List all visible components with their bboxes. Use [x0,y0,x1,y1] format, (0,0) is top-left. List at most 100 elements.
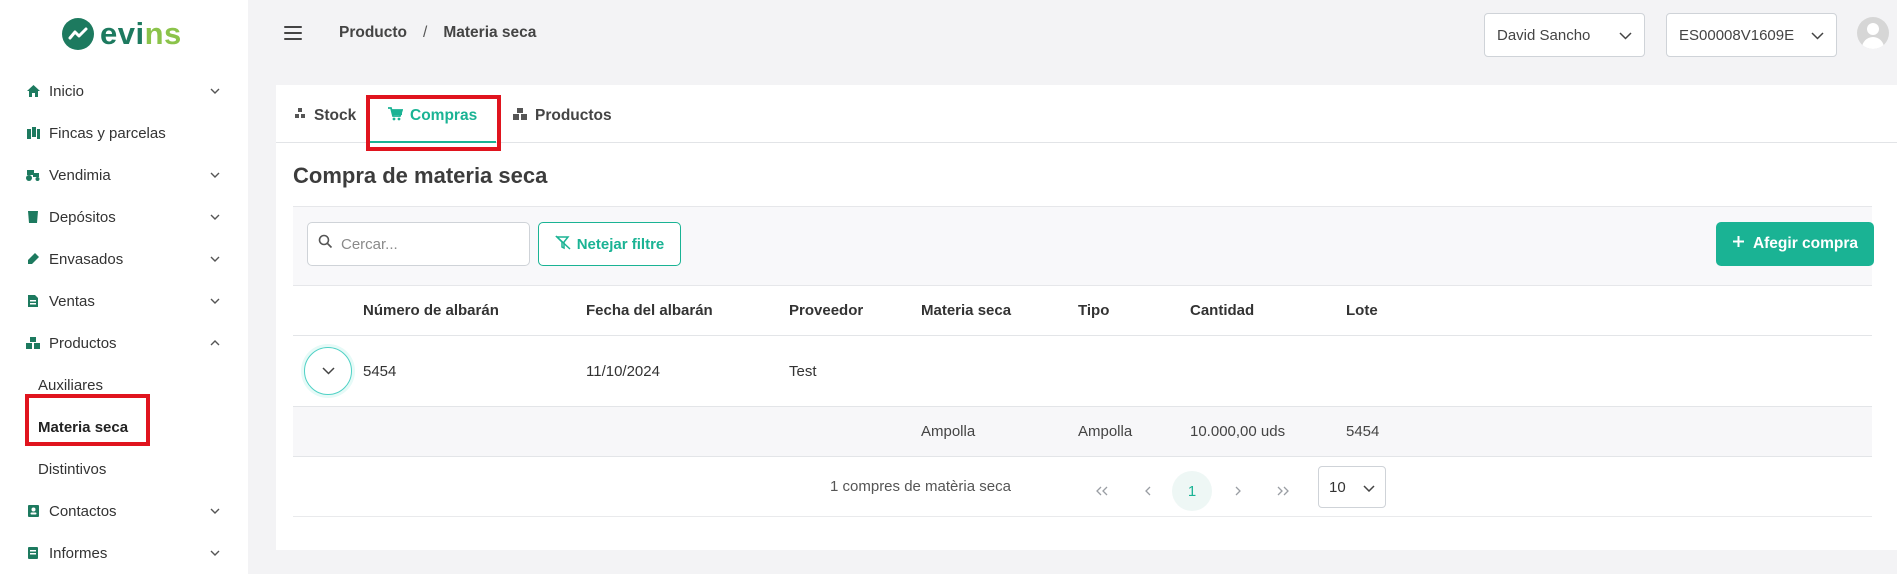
add-purchase-label: Afegir compra [1752,235,1859,252]
column-header[interactable]: Lote [1346,302,1378,319]
logo[interactable]: evins [62,16,182,52]
search-input[interactable] [341,235,511,253]
chevron-down-icon [321,362,335,380]
first-page-icon[interactable] [1082,471,1122,511]
chevron-down-icon [210,296,220,306]
document-icon [25,293,41,309]
chevron-down-icon [1619,27,1632,44]
last-page-icon[interactable] [1263,471,1303,511]
filter-toolbar: Netejar filtre Afegir compra [293,206,1874,286]
chevron-down-icon [210,506,220,516]
sidebar-item-label: Inicio [49,82,85,100]
brand-name: evins [100,16,182,51]
sidebar-item-inicio[interactable]: Inicio [0,70,248,112]
chevron-up-icon [210,338,220,348]
sidebar-item-informes[interactable]: Informes [0,532,248,574]
code-select[interactable]: ES00008V1609E [1666,13,1837,57]
page-number-current[interactable]: 1 [1172,471,1212,511]
tab-stock[interactable]: Stock [293,101,356,131]
contact-icon [25,503,41,519]
cell-proveedor: Test [789,363,817,380]
chevron-down-icon [210,212,220,222]
cell-lote: 5454 [1346,423,1380,440]
sidebar-item-label: Ventas [49,292,95,310]
pagination-info: 1 compres de matèria seca [830,478,1011,495]
code-select-value: ES00008V1609E [1679,26,1795,44]
filter-off-icon [554,234,571,254]
next-page-icon[interactable] [1218,471,1258,511]
chevron-down-icon [210,548,220,558]
clear-filter-label: Netejar filtre [576,235,665,253]
breadcrumb-item-producto[interactable]: Producto [339,24,407,42]
topbar: Producto / Materia seca David Sancho ES0… [248,0,1897,70]
cell-numero: 5454 [363,363,397,380]
chevron-down-icon [210,170,220,180]
main-card: Stock Compras Productos Compra de materi… [276,85,1897,550]
sidebar-subitem-label: Auxiliares [38,376,104,394]
table-row[interactable]: 5454 11/10/2024 Test [293,336,1872,407]
trend-line-icon [62,18,94,50]
tractor-icon [25,167,41,183]
sidebar-item-label: Vendimia [49,166,111,184]
detail-row: Ampolla Ampolla 10.000,00 uds 5454 [293,407,1872,457]
sidebar-item-productos[interactable]: Productos [0,322,248,364]
chevron-down-icon [210,254,220,264]
column-header[interactable]: Proveedor [789,302,863,319]
column-header[interactable]: Fecha del albarán [586,302,713,319]
sidebar-item-label: Informes [49,544,108,562]
tab-productos[interactable]: Productos [512,101,612,131]
sidebar-item-depositos[interactable]: Depósitos [0,196,248,238]
home-icon [25,83,41,99]
avatar[interactable] [1857,17,1889,49]
cell-cantidad: 10.000,00 uds [1190,423,1286,440]
sidebar-subitem-label: Distintivos [38,460,107,478]
sidebar-item-label: Envasados [49,250,124,268]
boxes-icon [512,107,528,126]
menu-icon[interactable] [284,26,302,40]
cell-fecha: 11/10/2024 [586,363,660,380]
tab-label: Productos [535,107,612,124]
user-select-value: David Sancho [1497,26,1591,44]
add-purchase-button[interactable]: Afegir compra [1716,222,1874,266]
sidebar-item-label: Productos [49,334,117,352]
sidebar: evins Inicio Fincas y parcelas Vendimia … [0,0,248,574]
clear-filter-button[interactable]: Netejar filtre [538,222,681,266]
stock-icon [293,107,307,125]
tank-icon [25,209,41,225]
per-page-value: 10 [1329,478,1346,496]
chevron-down-icon [1363,479,1375,496]
search-icon [318,234,333,254]
sidebar-item-fincas[interactable]: Fincas y parcelas [0,112,248,154]
cell-materia-seca: Ampolla [921,423,976,440]
user-select[interactable]: David Sancho [1484,13,1645,57]
sidebar-item-ventas[interactable]: Ventas [0,280,248,322]
breadcrumb: Producto / Materia seca [339,24,536,42]
chevron-down-icon [1811,27,1824,44]
sidebar-item-contactos[interactable]: Contactos [0,490,248,532]
per-page-select[interactable]: 10 [1318,466,1386,508]
sidebar-item-envasados[interactable]: Envasados [0,238,248,280]
plus-icon [1732,235,1745,253]
bottle-icon [25,251,41,267]
sidebar-item-label: Depósitos [49,208,116,226]
table-header: Número de albarán Fecha del albarán Prov… [293,286,1872,336]
column-header[interactable]: Materia seca [921,302,1011,319]
column-header[interactable]: Número de albarán [363,302,499,319]
purchases-table: Número de albarán Fecha del albarán Prov… [293,286,1872,457]
pagination: 1 compres de matèria seca 1 10 [293,457,1872,517]
expand-row-button[interactable] [304,347,352,395]
tab-label: Stock [314,107,357,124]
search-field[interactable] [307,222,530,266]
sidebar-subitem-distintivos[interactable]: Distintivos [0,448,248,490]
report-icon [25,545,41,561]
cell-tipo: Ampolla [1078,423,1133,440]
map-icon [25,125,41,141]
tab-bar: Stock Compras Productos [276,85,1897,151]
previous-page-icon[interactable] [1127,471,1167,511]
sidebar-item-vendimia[interactable]: Vendimia [0,154,248,196]
column-header[interactable]: Cantidad [1190,302,1254,319]
column-header[interactable]: Tipo [1078,302,1109,319]
breadcrumb-item-materia-seca: Materia seca [443,24,537,41]
breadcrumb-separator: / [423,24,428,41]
sidebar-nav: Inicio Fincas y parcelas Vendimia Depósi… [0,70,248,574]
